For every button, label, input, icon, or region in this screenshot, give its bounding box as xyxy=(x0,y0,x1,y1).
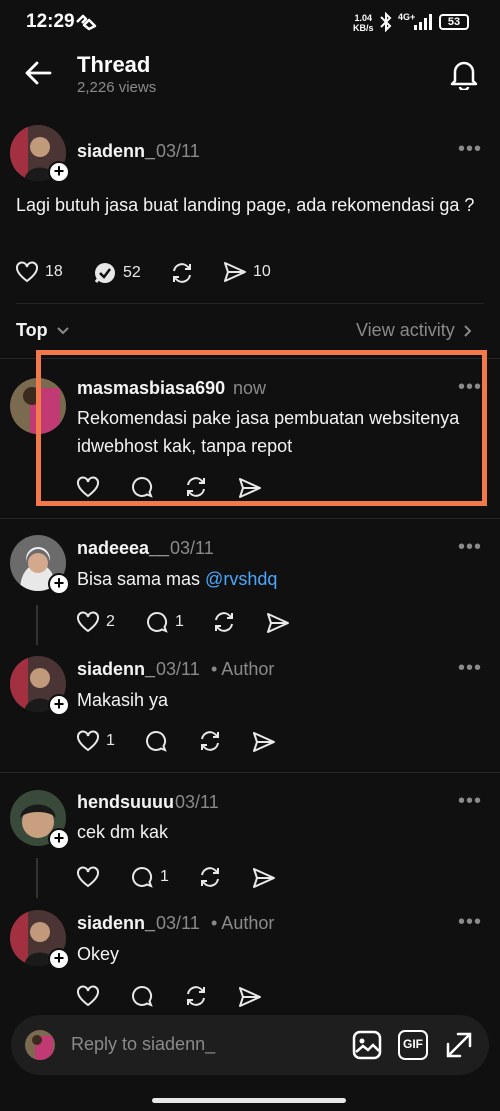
share-count: 10 xyxy=(253,263,271,280)
more-options-icon[interactable]: ••• xyxy=(458,790,482,813)
divider xyxy=(0,772,500,773)
follow-plus-icon[interactable]: + xyxy=(48,573,70,595)
more-options-icon[interactable]: ••• xyxy=(458,536,482,559)
send-icon[interactable] xyxy=(252,867,276,889)
comment-icon[interactable] xyxy=(144,729,168,753)
follow-plus-icon[interactable]: + xyxy=(48,828,70,850)
author-badge: • Author xyxy=(211,659,275,679)
sort-label: Top xyxy=(16,320,48,340)
reply-button[interactable]: 1 xyxy=(145,610,184,634)
status-bar: 12:29 1.04 KB/s 4G+ 53 xyxy=(0,0,500,44)
back-arrow-icon[interactable] xyxy=(24,60,52,86)
heart-icon xyxy=(77,730,99,752)
reply-count: 1 xyxy=(160,868,169,885)
view-activity-link[interactable]: View activity xyxy=(356,320,473,341)
reply-date: 03/11 xyxy=(170,538,214,558)
repost-button[interactable] xyxy=(170,261,194,285)
like-count: 1 xyxy=(106,732,115,749)
page-title: Thread xyxy=(77,52,151,77)
like-count: 18 xyxy=(45,263,63,280)
reply-input[interactable]: Reply to siadenn_ xyxy=(71,1034,215,1055)
reply-username[interactable]: siadenn_ xyxy=(77,913,155,934)
send-icon[interactable] xyxy=(238,986,262,1008)
post-text: Lagi butuh jasa buat landing page, ada r… xyxy=(16,195,475,215)
repost-icon[interactable] xyxy=(184,984,208,1008)
reply-username[interactable]: nadeeea__ xyxy=(77,538,169,559)
reply-check-icon xyxy=(94,263,115,283)
reply-username[interactable]: siadenn_ xyxy=(77,659,155,680)
post-date: 03/11 xyxy=(156,141,200,161)
like-button[interactable]: 18 xyxy=(15,261,63,283)
comment-icon xyxy=(147,611,168,633)
reply-button[interactable]: 1 xyxy=(130,865,169,889)
highlight-box xyxy=(36,350,487,506)
repost-icon xyxy=(173,263,191,283)
home-indicator[interactable] xyxy=(152,1098,346,1103)
comment-icon xyxy=(132,866,153,888)
status-time: 12:29 xyxy=(26,11,75,32)
heart-icon[interactable] xyxy=(76,866,100,888)
reply-count: 52 xyxy=(123,264,141,281)
gif-button[interactable]: GIF xyxy=(398,1030,428,1060)
signal-icon xyxy=(412,13,434,31)
avatar xyxy=(25,1030,55,1060)
network-speed-icon xyxy=(75,13,97,31)
comment-icon[interactable] xyxy=(130,984,154,1008)
divider xyxy=(16,303,484,304)
like-button[interactable]: 1 xyxy=(76,730,115,752)
author-badge: • Author xyxy=(211,913,275,933)
send-icon[interactable] xyxy=(252,731,276,753)
expand-icon[interactable] xyxy=(444,1030,474,1060)
follow-plus-icon[interactable]: + xyxy=(48,161,70,183)
more-options-icon[interactable]: ••• xyxy=(458,911,482,934)
reply-username[interactable]: hendsuuuu xyxy=(77,792,174,813)
share-button[interactable]: 10 xyxy=(223,261,271,283)
reply-text: Bisa sama mas @rvshdq xyxy=(77,569,278,589)
sort-dropdown[interactable]: Top xyxy=(16,320,70,341)
reply-count: 1 xyxy=(175,613,184,630)
chevron-down-icon xyxy=(56,326,69,334)
bluetooth-icon xyxy=(378,12,394,32)
chevron-right-icon xyxy=(463,324,472,337)
net-speed: 1.04 KB/s xyxy=(353,13,374,33)
reply-button[interactable]: 52 xyxy=(93,261,141,285)
like-button[interactable]: 2 xyxy=(76,611,115,633)
thread-line xyxy=(36,858,38,898)
follow-plus-icon[interactable]: + xyxy=(48,948,70,970)
more-options-icon[interactable]: ••• xyxy=(458,138,482,161)
view-count: 2,226 views xyxy=(77,79,157,96)
bell-icon[interactable] xyxy=(450,58,478,90)
battery-icon: 53 xyxy=(439,14,469,30)
mention-link[interactable]: @rvshdq xyxy=(205,569,277,589)
reply-text: Okey xyxy=(77,944,120,964)
heart-icon xyxy=(77,611,99,633)
view-activity-label: View activity xyxy=(356,320,455,340)
post-username[interactable]: siadenn_ xyxy=(77,141,155,162)
follow-plus-icon[interactable]: + xyxy=(48,694,70,716)
more-options-icon[interactable]: ••• xyxy=(458,657,482,680)
send-icon[interactable] xyxy=(266,612,290,634)
reply-date: 03/11 xyxy=(156,659,200,679)
reply-text: cek dm kak xyxy=(77,822,169,842)
like-count: 2 xyxy=(106,613,115,630)
reply-text: Makasih ya xyxy=(77,690,169,710)
image-icon[interactable] xyxy=(352,1030,382,1060)
repost-icon[interactable] xyxy=(212,610,236,634)
thread-line xyxy=(36,605,38,645)
send-icon xyxy=(224,262,246,282)
heart-icon xyxy=(16,261,38,283)
heart-icon[interactable] xyxy=(76,985,100,1007)
divider xyxy=(0,518,500,519)
repost-icon[interactable] xyxy=(198,865,222,889)
repost-icon[interactable] xyxy=(198,729,222,753)
reply-date: 03/11 xyxy=(156,913,200,933)
reply-date: 03/11 xyxy=(175,792,219,812)
